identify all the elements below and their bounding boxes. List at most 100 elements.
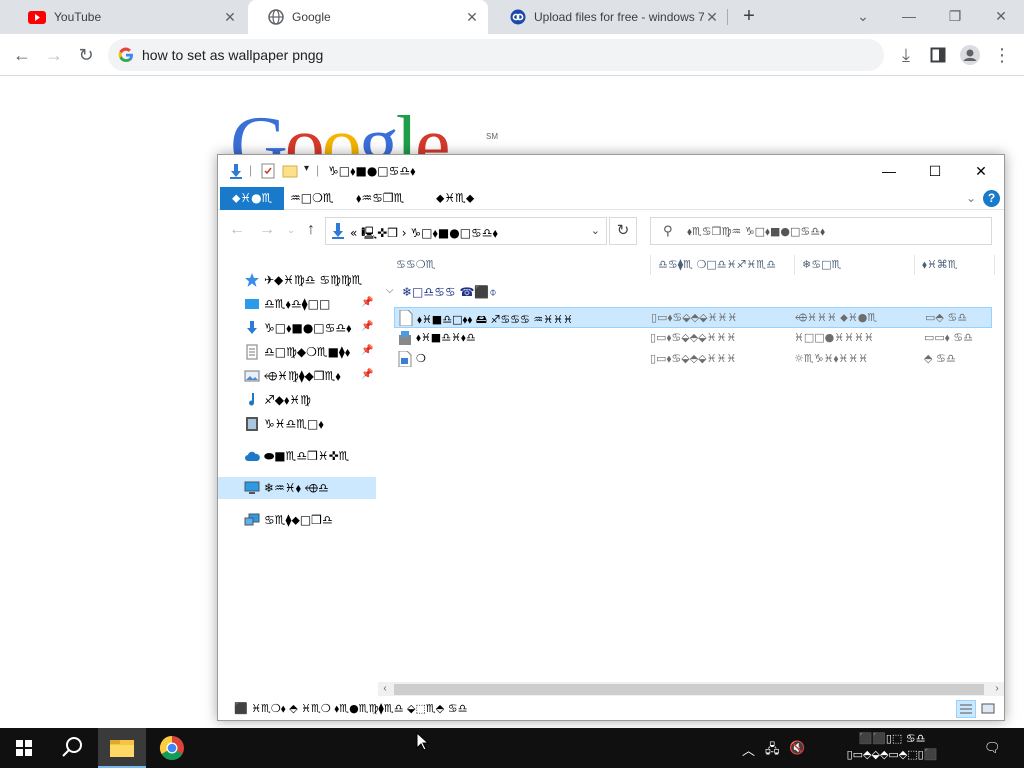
chrome-icon (159, 736, 184, 761)
videos-icon (246, 417, 258, 431)
sidebar-item-downloads[interactable]: ♑□⬧■●□♋♎⬧ 📌 (218, 317, 376, 339)
tab-home[interactable]: ♒□❍♏ (278, 187, 346, 210)
sidebar-item-documents[interactable]: ♎□♍◆❍♏■⧫⬧ 📌 (218, 341, 376, 363)
explorer-search-input[interactable]: ⚲ ⬧♏♋❒♍♒ ♑□⬧■●□♋♎⬧ (650, 217, 992, 245)
tab-strip: YouTube ✕ Google ✕ Upload files for free… (0, 0, 1024, 34)
tab-search-icon[interactable]: ⌄ (851, 4, 875, 28)
tab-youtube[interactable]: YouTube ✕ (8, 0, 246, 34)
downloads-arrow-icon (230, 164, 242, 179)
close-tab-icon[interactable]: ✕ (464, 9, 480, 25)
tab-file[interactable]: ⬥♓●♏ (220, 187, 285, 210)
quick-access-star-icon (245, 273, 259, 287)
google-g-icon (118, 47, 133, 62)
column-divider[interactable] (994, 255, 995, 275)
address-bar[interactable]: how to set as wallpaper pngg (108, 39, 884, 71)
sidebar-item-onedrive[interactable]: ⬬■♏♎❒♓✜♏ (218, 445, 376, 467)
search-button[interactable] (48, 728, 96, 768)
details-view-icon[interactable] (956, 700, 976, 718)
column-header-size[interactable]: ⬧♓⌘♏ (922, 253, 958, 277)
registry-file-icon (398, 351, 412, 367)
sidebar-item-videos[interactable]: ♑♓♎♏□⬧ (218, 413, 376, 435)
properties-icon[interactable] (260, 163, 276, 179)
reload-icon[interactable]: ↻ (74, 43, 98, 67)
volume-muted-icon[interactable]: 🔇 (789, 740, 805, 756)
tab-title: Google (292, 10, 331, 24)
this-pc-icon (244, 481, 260, 494)
scrollbar-thumb[interactable] (394, 684, 984, 695)
tab-view[interactable]: ⬥♓♏⬥ (424, 187, 486, 210)
downloads-arrow-icon (332, 223, 344, 239)
scroll-right-icon[interactable]: › (990, 682, 1004, 696)
file-name: ⬧♓■♎♓⬧♎ (416, 331, 476, 344)
minimize-icon[interactable]: — (866, 155, 912, 187)
sidebar-item-desktop[interactable]: ♎♏⬧♎⧫□□ 📌 (218, 293, 376, 315)
column-header-type[interactable]: ❄♋□♏ (802, 253, 841, 277)
taskbar-chrome[interactable] (148, 728, 196, 768)
downloads-arrow-icon (247, 321, 257, 334)
table-row[interactable]: ⬧♓■♎♓⬧♎ ▯▭⬧♋⬙⬘⬙♓♓♓ ♓□□●♓♓♓♓ ▭▭⬧ ♋♎ (394, 328, 992, 349)
help-icon[interactable]: ? (983, 190, 1000, 207)
start-button[interactable] (0, 728, 48, 768)
profile-avatar-icon[interactable] (958, 43, 982, 67)
new-tab-button[interactable]: + (738, 6, 760, 28)
column-divider[interactable] (794, 255, 795, 275)
desktop-icon (245, 299, 259, 309)
mouse-cursor-icon (416, 732, 430, 751)
file-name: ❍ (416, 352, 426, 365)
menu-dots-icon[interactable]: ⋮ (990, 43, 1014, 67)
file-date: ▯▭⬧♋⬙⬘⬙♓♓♓ (650, 331, 737, 344)
horizontal-scrollbar[interactable]: ‹ › (378, 682, 1004, 696)
taskbar-file-explorer[interactable] (98, 728, 146, 768)
large-icons-view-icon[interactable] (978, 700, 998, 718)
logo-trademark: SM (486, 132, 498, 141)
clock-time: ⬛⬛▯⬚ ♋♎ (858, 732, 926, 745)
column-header-name[interactable]: ♋♋❍♏ (396, 253, 435, 277)
file-size: ⬘ ♋♎ (924, 352, 956, 365)
notification-center-icon[interactable]: 🗨 (984, 740, 1001, 756)
new-folder-icon[interactable] (282, 163, 298, 179)
refresh-icon[interactable]: ↻ (609, 217, 637, 245)
system-clock[interactable]: ⬛⬛▯⬚ ♋♎ ▯▭⬘⬙⬘▭⬘⬚▯⬛ (822, 731, 962, 763)
back-icon[interactable]: ← (228, 221, 246, 239)
collapse-chevron-icon[interactable]: ⌵ (386, 285, 394, 296)
close-window-icon[interactable]: ✕ (989, 4, 1013, 28)
table-row[interactable]: ⬧♓■♎□⬧⬧ 🖴 ♐♋♋♋ ♒♓♓♓ ▯▭⬧♋⬙⬘⬙♓♓♓ ⬲♓♓♓ ⬥♓●♏… (394, 307, 992, 328)
address-dropdown-icon[interactable]: ⌄ (591, 224, 600, 237)
sidebar-item-pictures[interactable]: ⬲♓♍⧫◆❒♏⬧ 📌 (218, 365, 376, 387)
table-row[interactable]: ❍ ▯▭⬧♋⬙⬘⬙♓♓♓ ☼♏♑♓⬧♓♓♓ ⬘ ♋♎ (394, 349, 992, 370)
sidebar-item-music[interactable]: ♐◆⬧♓♍ (218, 389, 376, 411)
tab-upload[interactable]: Upload files for free - windows 7 ✕ (490, 0, 728, 34)
music-note-icon (249, 393, 255, 406)
forward-icon[interactable]: → (42, 43, 66, 67)
sidebar-item-quick-access[interactable]: ✈◆♓♍♎ ♋♍♍♏ (218, 269, 376, 291)
minimize-icon[interactable]: — (897, 4, 921, 28)
close-tab-icon[interactable]: ✕ (222, 9, 238, 25)
upload-site-icon (510, 9, 526, 25)
tab-google[interactable]: Google ✕ (248, 0, 488, 34)
column-divider[interactable] (914, 255, 915, 275)
side-panel-icon[interactable] (926, 43, 950, 67)
scroll-left-icon[interactable]: ‹ (378, 682, 392, 696)
qa-dropdown-icon[interactable]: ▾ (304, 163, 309, 174)
up-icon[interactable]: ↑ (302, 221, 320, 239)
download-icon[interactable]: ⤓ (894, 43, 918, 67)
recent-dropdown-icon[interactable]: ⌄ (282, 221, 300, 239)
tab-divider (727, 9, 728, 25)
ribbon-expand-icon[interactable]: ⌄ (966, 191, 976, 205)
network-status-icon[interactable]: 🖧 (765, 740, 780, 762)
close-tab-icon[interactable]: ✕ (704, 9, 720, 25)
column-divider[interactable] (650, 255, 651, 275)
close-window-icon[interactable]: ✕ (958, 155, 1004, 187)
back-icon[interactable]: ← (10, 43, 34, 67)
tab-share[interactable]: ⬧♒♋❒♏ (344, 187, 416, 210)
tray-overflow-icon[interactable]: ︿ (742, 740, 755, 759)
column-header-date[interactable]: ♎♋⧫♏ ❍□♎♓♐♓♏♎ (658, 253, 776, 277)
forward-icon[interactable]: → (258, 221, 276, 239)
restore-icon[interactable]: ❐ (943, 4, 967, 28)
sidebar-item-network[interactable]: ♋♏⧫⬥□❒♎ (218, 509, 376, 531)
pin-icon: 📌 (361, 369, 374, 380)
maximize-icon[interactable]: ☐ (912, 155, 958, 187)
sidebar-item-this-pc[interactable]: ❄♒♓⬧ ⬲♎ (218, 477, 376, 499)
sidebar-item-label: ♋♏⧫⬥□❒♎ (264, 513, 333, 527)
explorer-address-bar[interactable]: « 🖳✜❒ › ♑□⬧■●□♋♎⬧ ⌄ (325, 217, 607, 245)
